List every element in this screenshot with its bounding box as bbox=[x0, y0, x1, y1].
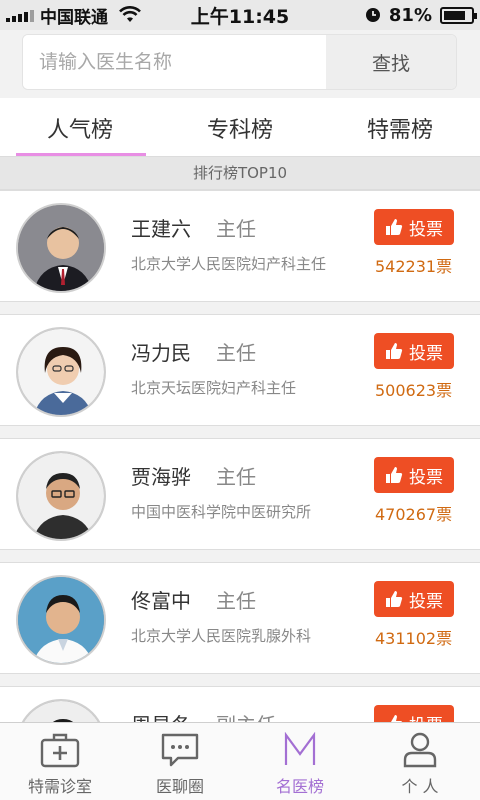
vote-count: 542231票 bbox=[375, 257, 453, 276]
thumbs-up-icon bbox=[386, 219, 403, 235]
vote-count: 470267票 bbox=[375, 505, 453, 524]
vote-button-label: 投票 bbox=[409, 343, 443, 364]
battery-percent: 81% bbox=[388, 4, 432, 26]
list-item[interactable]: 冯力民 主任 北京天坛医院妇产科主任 投票 500623票 bbox=[0, 314, 480, 426]
search-bar: 查找 bbox=[22, 34, 457, 90]
doctor-hospital: 北京大学人民医院妇产科主任 bbox=[131, 255, 327, 273]
signal-strength-icon bbox=[6, 8, 34, 22]
tab-special-needs[interactable]: 特需榜 bbox=[320, 98, 480, 156]
thumbs-up-icon bbox=[386, 591, 403, 607]
doctor-title: 主任 bbox=[216, 217, 256, 241]
m-ranking-icon bbox=[284, 732, 316, 765]
vote-button[interactable]: 投票 bbox=[374, 581, 454, 617]
alarm-clock-icon bbox=[365, 8, 380, 22]
vote-button[interactable]: 投票 bbox=[374, 333, 454, 369]
tab-specialty[interactable]: 专科榜 bbox=[160, 98, 320, 156]
list-item[interactable]: 王建六 主任 北京大学人民医院妇产科主任 投票 542231票 bbox=[0, 190, 480, 302]
vote-button-label: 投票 bbox=[409, 591, 443, 612]
nav-label: 个 人 bbox=[401, 777, 439, 796]
nav-label: 医聊圈 bbox=[155, 777, 204, 796]
tab-popularity[interactable]: 人气榜 bbox=[0, 98, 160, 156]
bottom-nav: 特需诊室 医聊圈 名医榜 个 人 bbox=[0, 722, 480, 800]
status-bar: 中国联通 上午11:45 81% bbox=[0, 0, 480, 30]
nav-item-profile[interactable]: 个 人 bbox=[360, 723, 480, 800]
person-icon bbox=[403, 732, 437, 768]
nav-label: 名医榜 bbox=[275, 777, 324, 796]
doctor-hospital: 中国中医科学院中医研究所 bbox=[131, 503, 312, 521]
thumbs-up-icon bbox=[386, 467, 403, 483]
doctor-hospital: 北京大学人民医院乳腺外科 bbox=[131, 627, 312, 645]
avatar bbox=[16, 327, 106, 417]
doctor-name: 贾海骅 bbox=[131, 465, 191, 489]
doctor-title: 主任 bbox=[216, 341, 256, 365]
doctor-hospital: 北京天坛医院妇产科主任 bbox=[131, 379, 297, 397]
nav-label: 特需诊室 bbox=[27, 777, 92, 796]
vote-count: 500623票 bbox=[375, 381, 453, 400]
carrier-name: 中国联通 bbox=[40, 7, 108, 28]
doctor-name: 王建六 bbox=[131, 217, 191, 241]
vote-button-label: 投票 bbox=[409, 467, 443, 488]
thumbs-up-icon bbox=[386, 343, 403, 359]
list-item[interactable]: 佟富中 主任 北京大学人民医院乳腺外科 投票 431102票 bbox=[0, 562, 480, 674]
avatar bbox=[16, 451, 106, 541]
vote-button[interactable]: 投票 bbox=[374, 457, 454, 493]
doctor-search-input[interactable] bbox=[23, 35, 326, 89]
doctor-title: 主任 bbox=[216, 465, 256, 489]
doctor-title: 主任 bbox=[216, 589, 256, 613]
nav-item-special-clinic[interactable]: 特需诊室 bbox=[0, 723, 120, 800]
nav-item-doctor-chat[interactable]: 医聊圈 bbox=[120, 723, 240, 800]
avatar bbox=[16, 203, 106, 293]
vote-button[interactable]: 投票 bbox=[374, 209, 454, 245]
battery-icon bbox=[440, 6, 477, 24]
wifi-icon bbox=[119, 6, 141, 22]
search-button[interactable]: 查找 bbox=[326, 35, 456, 89]
medical-kit-icon bbox=[40, 733, 80, 768]
vote-button-label: 投票 bbox=[409, 219, 443, 240]
doctor-name: 佟富中 bbox=[131, 589, 191, 613]
avatar bbox=[16, 575, 106, 665]
chat-bubble-icon bbox=[161, 733, 199, 767]
list-item[interactable]: 贾海骅 主任 中国中医科学院中医研究所 投票 470267票 bbox=[0, 438, 480, 550]
nav-item-famous-doctors[interactable]: 名医榜 bbox=[240, 723, 360, 800]
ranking-header: 排行榜TOP10 bbox=[0, 156, 480, 190]
doctor-name: 冯力民 bbox=[131, 341, 191, 365]
vote-count: 431102票 bbox=[375, 629, 453, 648]
ranking-tabs: 人气榜 专科榜 特需榜 bbox=[0, 98, 480, 156]
